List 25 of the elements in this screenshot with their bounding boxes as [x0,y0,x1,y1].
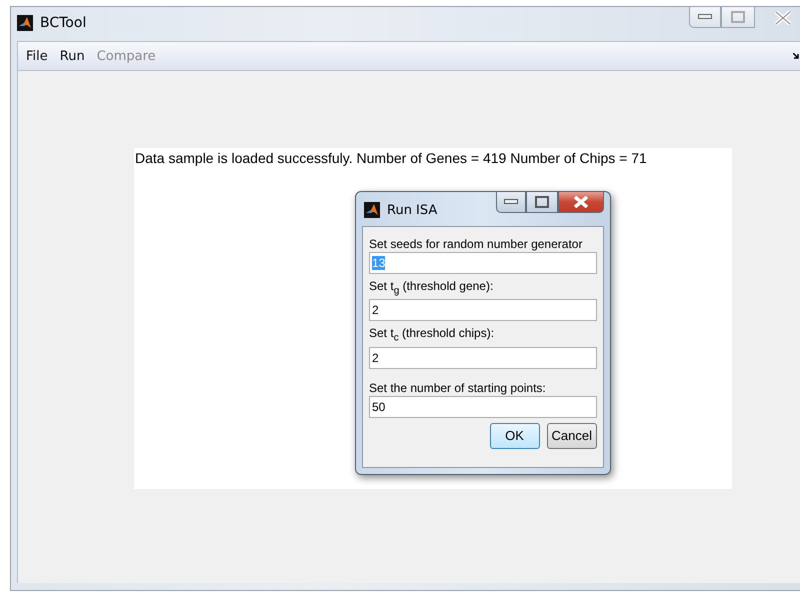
field-label: Set the number of starting points: [369,380,547,395]
status-text: Data sample is loaded successfuly. Number of Genes = 419 Number of Chips = 71 [134,149,648,166]
close-icon [774,10,792,24]
close-button[interactable] [558,192,604,213]
field-label: Set t$_{c}$ (threshold chips): [369,326,496,346]
input-field[interactable]: 2 [369,299,597,322]
dock-arrow-icon[interactable] [793,52,800,60]
menu-item[interactable]: File [20,46,54,66]
minimize-button[interactable] [689,7,721,28]
minimize-icon [698,14,712,20]
maximize-icon [535,196,549,208]
minimize-icon [504,199,518,205]
minimize-button[interactable] [496,192,526,213]
close-icon [573,196,589,208]
field-label: Set t$_{g}$ (threshold gene): [369,279,494,298]
field-label: Set seeds for random number generator [369,237,584,251]
menu-item[interactable]: Run [54,46,91,66]
input-field[interactable]: 50 [369,396,597,418]
dialog-title: Run ISA [387,202,438,218]
maximize-button[interactable] [526,192,558,213]
input-field[interactable]: 2 [369,346,597,369]
maximize-icon [731,11,745,23]
window-title: BCTool [40,15,86,31]
ok-button[interactable]: OK [490,422,540,449]
cancel-button[interactable]: Cancel [546,422,597,449]
